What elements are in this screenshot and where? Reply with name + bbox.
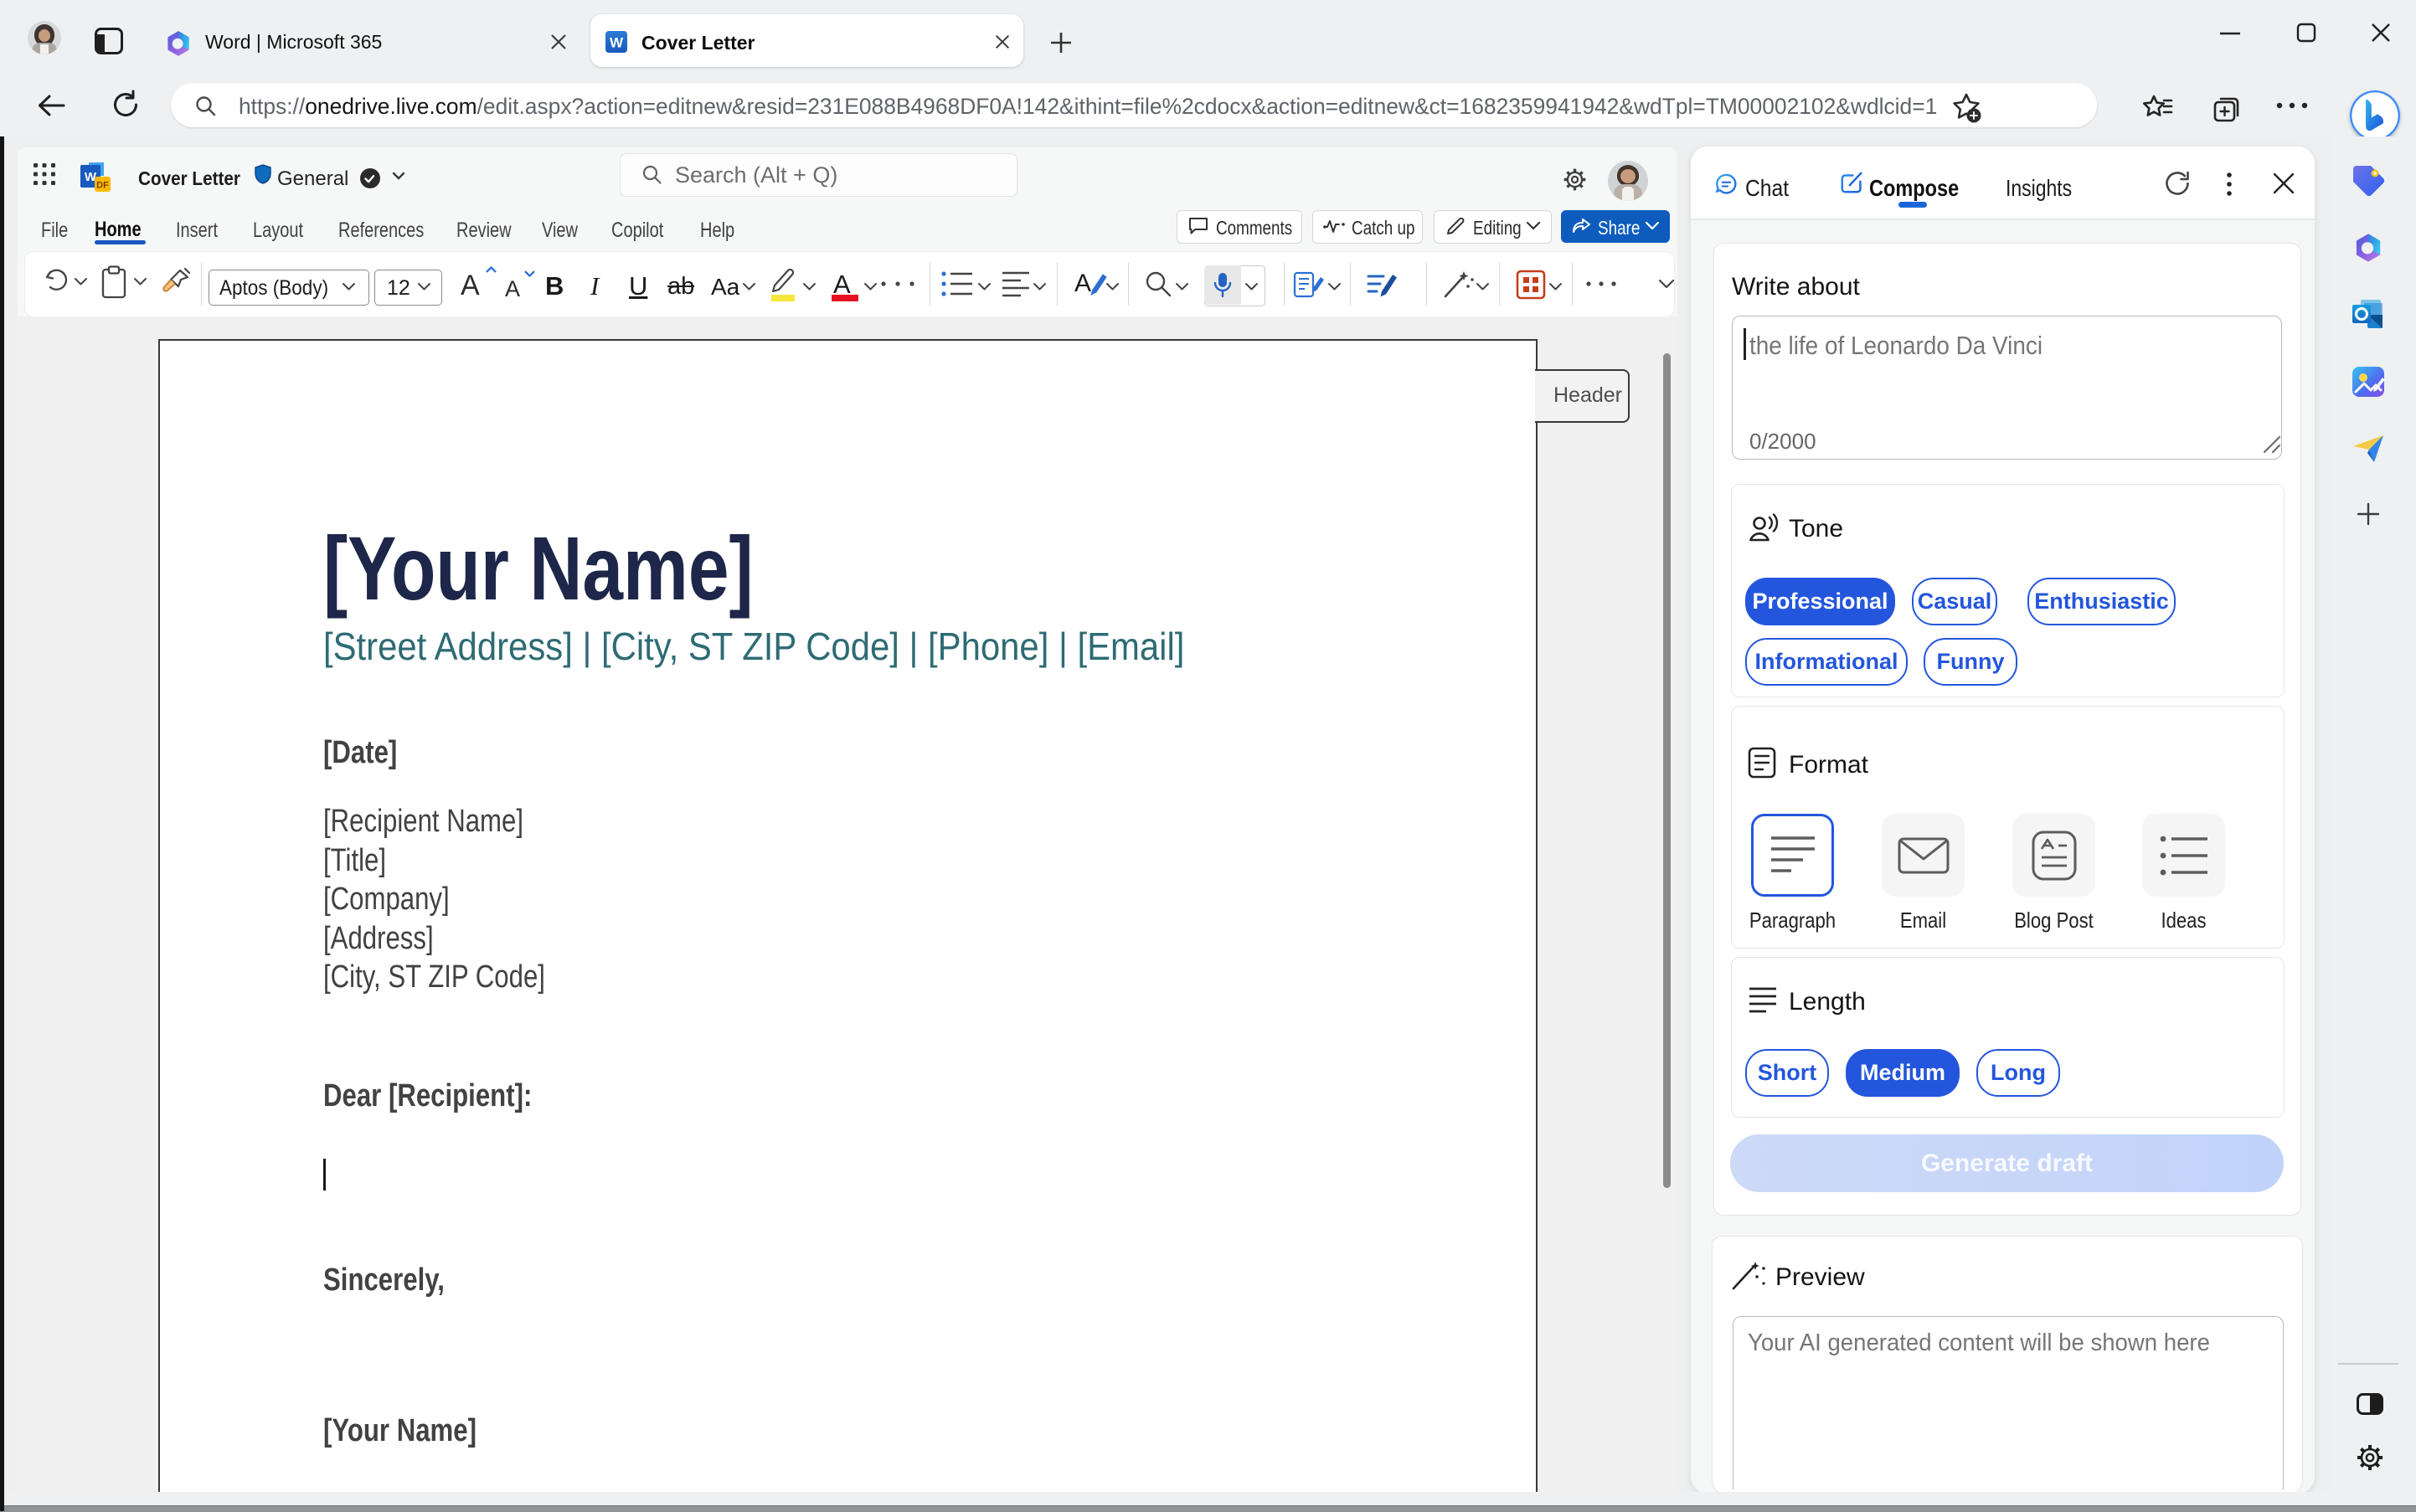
svg-text:DF: DF — [96, 181, 109, 191]
svg-text:A: A — [1074, 270, 1091, 297]
svg-text:W: W — [610, 35, 624, 51]
